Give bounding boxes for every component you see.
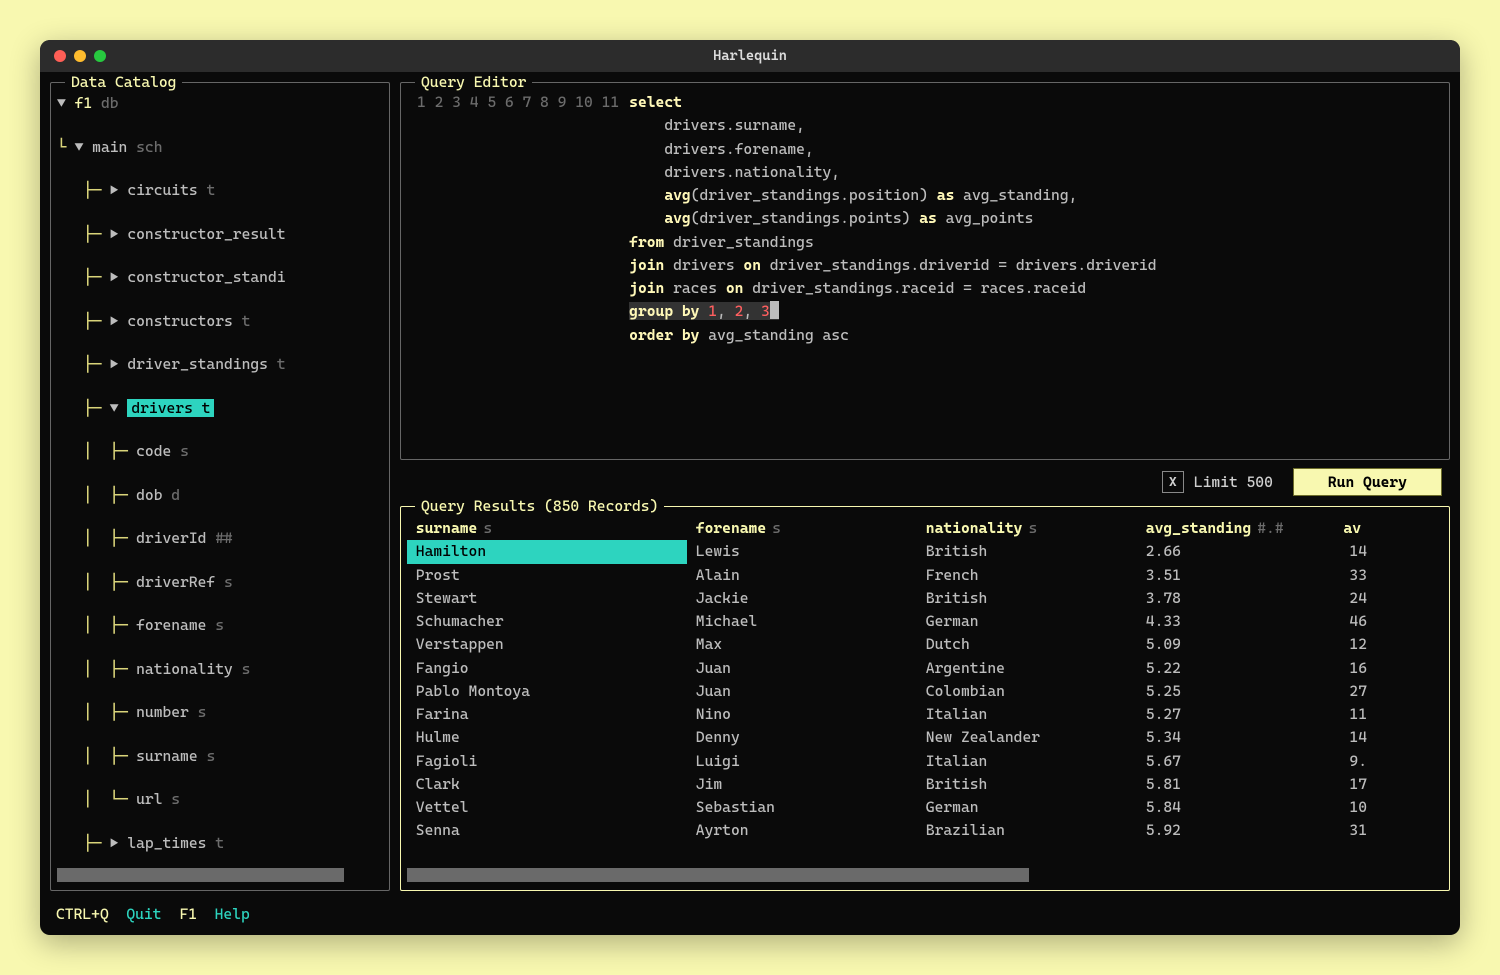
results-rows[interactable]: Hamilton Lewis British 2.66 14 Prost Ala… — [407, 540, 1443, 842]
editor-gutter: 1 2 3 4 5 6 7 8 9 10 11 — [407, 91, 629, 451]
query-editor-title: Query Editor — [415, 73, 532, 91]
data-catalog-tree[interactable]: ▼ f1 db └ ▼ main sch ├─ ▶ circuits t ├─ … — [57, 93, 383, 864]
table-row[interactable]: Vettel Sebastian German 5.84 10 — [407, 796, 1443, 819]
table-row[interactable]: Fangio Juan Argentine 5.22 16 — [407, 657, 1443, 680]
limit-checkbox[interactable]: X Limit 500 — [1162, 471, 1273, 493]
table-row[interactable]: Clark Jim British 5.81 17 — [407, 773, 1443, 796]
help-key: F1 — [179, 905, 197, 923]
table-row[interactable]: Fagioli Luigi Italian 5.67 9. — [407, 750, 1443, 773]
table-row[interactable]: Verstappen Max Dutch 5.09 12 — [407, 633, 1443, 656]
window-title: Harlequin — [40, 48, 1460, 64]
window: Harlequin Data Catalog ▼ f1 db └ ▼ main … — [40, 40, 1460, 935]
table-row[interactable]: Prost Alain French 3.51 33 — [407, 564, 1443, 587]
help-action[interactable]: Help — [215, 905, 250, 923]
catalog-hscrollbar[interactable] — [57, 868, 383, 882]
query-results-panel: Query Results (850 Records) surnames for… — [400, 506, 1450, 891]
results-hscrollbar[interactable] — [407, 868, 1443, 882]
limit-label: Limit 500 — [1194, 473, 1273, 491]
table-row[interactable]: Hulme Denny New Zealander 5.34 14 — [407, 726, 1443, 749]
titlebar: Harlequin — [40, 40, 1460, 72]
data-catalog-panel: Data Catalog ▼ f1 db └ ▼ main sch ├─ ▶ c… — [50, 82, 390, 891]
results-toolbar: X Limit 500 Run Query — [400, 468, 1450, 498]
checkbox-icon: X — [1162, 471, 1184, 493]
footer: CTRL+Q Quit F1 Help — [40, 897, 1460, 935]
data-catalog-title: Data Catalog — [65, 73, 182, 91]
table-row[interactable]: Hamilton Lewis British 2.66 14 — [407, 540, 1443, 563]
query-editor-panel: Query Editor 1 2 3 4 5 6 7 8 9 10 11 sel… — [400, 82, 1450, 460]
table-row[interactable]: Pablo Montoya Juan Colombian 5.25 27 — [407, 680, 1443, 703]
editor-code[interactable]: select drivers.surname, drivers.forename… — [629, 91, 1443, 451]
query-results-title: Query Results (850 Records) — [415, 497, 664, 515]
quit-key: CTRL+Q — [56, 905, 109, 923]
table-row[interactable]: Senna Ayrton Brazilian 5.92 31 — [407, 819, 1443, 842]
results-header: surnames forenames nationalitys avg_stan… — [407, 517, 1443, 540]
run-query-button[interactable]: Run Query — [1293, 468, 1442, 496]
table-row[interactable]: Stewart Jackie British 3.78 24 — [407, 587, 1443, 610]
table-row[interactable]: Farina Nino Italian 5.27 11 — [407, 703, 1443, 726]
quit-action[interactable]: Quit — [126, 905, 161, 923]
table-row[interactable]: Schumacher Michael German 4.33 46 — [407, 610, 1443, 633]
